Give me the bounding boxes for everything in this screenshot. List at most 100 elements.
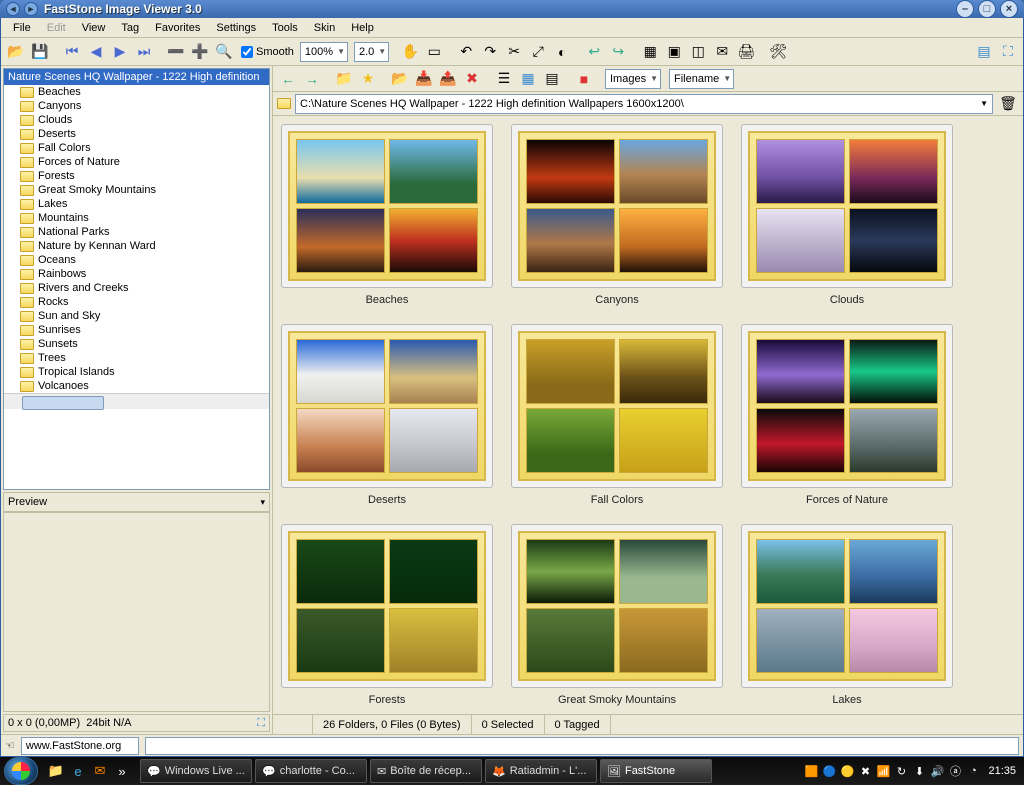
maximize-button[interactable]: □	[978, 0, 996, 18]
ql-more-icon[interactable]: »	[112, 761, 132, 781]
taskbar-button[interactable]: 🖼FastStone	[600, 759, 712, 783]
favorite-icon[interactable]: ★	[357, 68, 379, 90]
taskbar-button[interactable]: 🦊Ratiadmin - L'...	[485, 759, 597, 783]
tray-icon[interactable]: ↻	[894, 764, 908, 778]
tree-item[interactable]: Clouds	[4, 113, 269, 127]
tray-icon[interactable]: 🔵	[822, 764, 836, 778]
ql-ie-icon[interactable]: e	[68, 761, 88, 781]
address-input[interactable]: C:\Nature Scenes HQ Wallpaper - 1222 Hig…	[295, 94, 993, 114]
tree-item[interactable]: Trees	[4, 351, 269, 365]
smooth-checkbox[interactable]: Smooth	[241, 46, 294, 58]
tree-item[interactable]: Sunrises	[4, 323, 269, 337]
tray-icon[interactable]: ⓐ	[948, 764, 962, 778]
close-button[interactable]: ×	[1000, 0, 1018, 18]
hand-icon[interactable]: ✋	[399, 41, 421, 63]
start-button[interactable]	[4, 757, 38, 785]
folder-thumbnail[interactable]: Beaches	[281, 124, 493, 306]
rotate-right-icon[interactable]: ↷	[479, 41, 501, 63]
view-thumb-icon[interactable]: ▦	[517, 68, 539, 90]
menu-help[interactable]: Help	[343, 20, 382, 36]
tray-icon[interactable]: ◔	[966, 764, 980, 778]
preview-collapse-icon[interactable]: ▾	[260, 497, 265, 508]
resize-icon[interactable]: ⤢	[527, 41, 549, 63]
menu-edit[interactable]: Edit	[39, 20, 74, 36]
tree-hscrollbar[interactable]	[4, 393, 269, 409]
tree-item[interactable]: Fall Colors	[4, 141, 269, 155]
select-icon[interactable]: ▭	[423, 41, 445, 63]
adjust-icon[interactable]: ◐	[551, 41, 573, 63]
tray-icon[interactable]: ⬇	[912, 764, 926, 778]
ql-mail-icon[interactable]: ✉	[90, 761, 110, 781]
tree-item[interactable]: Sun and Sky	[4, 309, 269, 323]
tray-icon[interactable]: 🟡	[840, 764, 854, 778]
zoom-in-icon[interactable]: ➕	[189, 41, 211, 63]
tree-item[interactable]: Lakes	[4, 197, 269, 211]
link-icon[interactable]: ☜	[5, 739, 15, 752]
nav-back-icon[interactable]: ◄	[6, 2, 20, 16]
taskbar-button[interactable]: 💬charlotte - Co...	[255, 759, 367, 783]
tree-item[interactable]: Deserts	[4, 127, 269, 141]
folder-thumbnail[interactable]: Forests	[281, 524, 493, 706]
tray-volume-icon[interactable]: 🔊	[930, 764, 944, 778]
tray-icon[interactable]: 🟧	[804, 764, 818, 778]
tree-item[interactable]: Beaches	[4, 85, 269, 99]
view-details-icon[interactable]: ▤	[541, 68, 563, 90]
fit-icon[interactable]: ⛶	[257, 717, 265, 730]
tree-item[interactable]: Great Smoky Mountains	[4, 183, 269, 197]
first-icon[interactable]: ⏮	[61, 41, 83, 63]
folder-thumbnail[interactable]: Lakes	[741, 524, 953, 706]
browser-up-icon[interactable]: 📁	[333, 68, 355, 90]
folder-thumbnail[interactable]: Canyons	[511, 124, 723, 306]
folder-tree[interactable]: Nature Scenes HQ Wallpaper - 1222 High d…	[3, 68, 270, 490]
address-dropdown-icon[interactable]: ▼	[980, 99, 988, 108]
menu-skin[interactable]: Skin	[306, 20, 343, 36]
tree-item[interactable]: Mountains	[4, 211, 269, 225]
tray-clock[interactable]: 21:35	[988, 765, 1016, 777]
ratio-combo[interactable]: 2.0▼	[354, 42, 389, 62]
last-icon[interactable]: ⏭	[133, 41, 155, 63]
rotate-left-icon[interactable]: ↶	[455, 41, 477, 63]
move-to-icon[interactable]: 📤	[437, 68, 459, 90]
next-icon[interactable]: ▶	[109, 41, 131, 63]
folder-thumbnail[interactable]: Fall Colors	[511, 324, 723, 506]
folder-thumbnail[interactable]: Great Smoky Mountains	[511, 524, 723, 706]
print-icon[interactable]: 🖨	[735, 41, 757, 63]
tray-icon[interactable]: ✖	[858, 764, 872, 778]
menu-settings[interactable]: Settings	[208, 20, 264, 36]
view-filter-combo[interactable]: Images▼	[605, 69, 661, 89]
tree-item[interactable]: Canyons	[4, 99, 269, 113]
menu-tag[interactable]: Tag	[113, 20, 147, 36]
tree-item[interactable]: Nature by Kennan Ward	[4, 239, 269, 253]
slideshow-icon[interactable]: ▣	[663, 41, 685, 63]
fullscreen-icon[interactable]: ⛶	[997, 41, 1019, 63]
compare-icon[interactable]: ◫	[687, 41, 709, 63]
redo-icon[interactable]: ↪	[607, 41, 629, 63]
tray-network-icon[interactable]: 📶	[876, 764, 890, 778]
tree-item[interactable]: National Parks	[4, 225, 269, 239]
crop-icon[interactable]: ✂	[503, 41, 525, 63]
zoom-actual-icon[interactable]: 🔍	[213, 41, 235, 63]
ql-explorer-icon[interactable]: 📁	[46, 761, 66, 781]
tree-item[interactable]: Rocks	[4, 295, 269, 309]
new-folder-icon[interactable]: 📂	[389, 68, 411, 90]
delete-icon[interactable]: ✖	[461, 68, 483, 90]
tag-icon[interactable]: ■	[573, 68, 595, 90]
open-folder-icon[interactable]: 📂	[5, 41, 27, 63]
view-list-icon[interactable]: ☰	[493, 68, 515, 90]
tree-item[interactable]: Forests	[4, 169, 269, 183]
layout-icon[interactable]: ▤	[973, 41, 995, 63]
tree-item[interactable]: Forces of Nature	[4, 155, 269, 169]
thumbnails-icon[interactable]: ▦	[639, 41, 661, 63]
zoom-out-icon[interactable]: ➖	[165, 41, 187, 63]
undo-icon[interactable]: ↩	[583, 41, 605, 63]
tree-item[interactable]: Oceans	[4, 253, 269, 267]
browser-back-icon[interactable]: ←	[277, 68, 299, 90]
folder-thumbnail[interactable]: Forces of Nature	[741, 324, 953, 506]
folder-thumbnail[interactable]: Deserts	[281, 324, 493, 506]
taskbar-button[interactable]: ✉Boîte de récep...	[370, 759, 482, 783]
settings-icon[interactable]: 🛠	[767, 41, 789, 63]
website-link[interactable]: www.FastStone.org	[21, 737, 139, 755]
folder-thumbnail[interactable]: Clouds	[741, 124, 953, 306]
sort-combo[interactable]: Filename▼	[669, 69, 734, 89]
tree-item[interactable]: Rivers and Creeks	[4, 281, 269, 295]
